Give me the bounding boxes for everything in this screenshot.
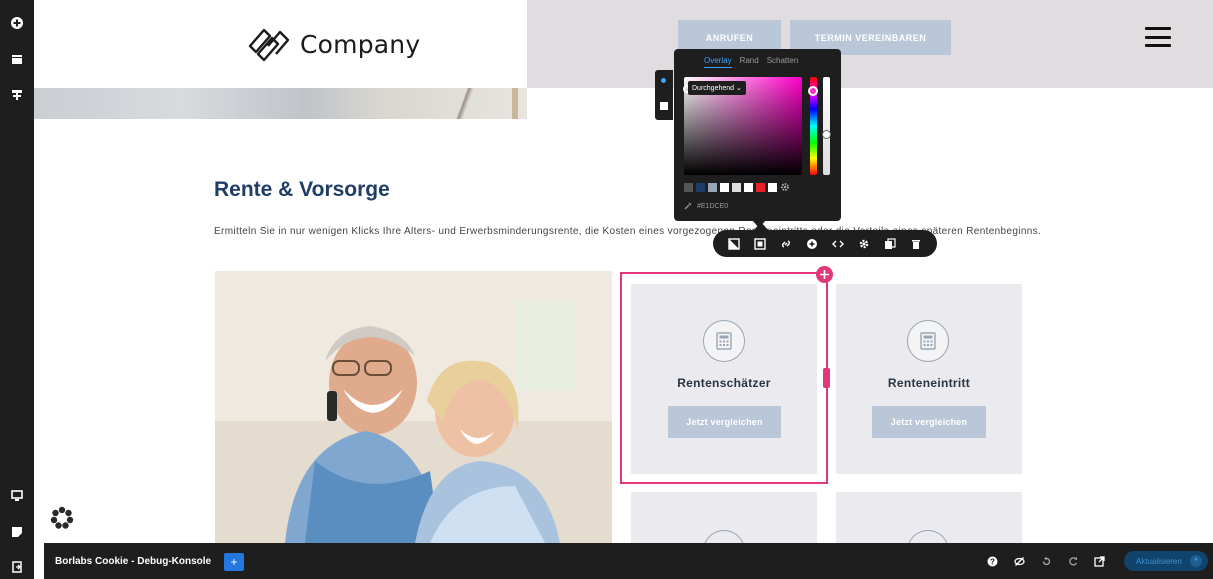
swatch[interactable] <box>768 182 777 192</box>
expand-console-button[interactable]: + <box>224 553 244 571</box>
card-lower-right[interactable] <box>836 492 1022 572</box>
card-lower-left[interactable] <box>631 492 817 572</box>
sections-icon[interactable] <box>8 86 26 104</box>
logo-text: Company <box>300 29 421 59</box>
card-renteneintritt[interactable]: Renteneintritt Jetzt vergleichen <box>836 284 1022 474</box>
debug-console-title: Borlabs Cookie - Debug-Konsole <box>55 556 212 567</box>
swatch[interactable] <box>708 182 717 192</box>
menu-hamburger-icon[interactable] <box>1145 27 1171 47</box>
tab-rand[interactable]: Rand <box>740 56 759 68</box>
eyedropper-icon[interactable] <box>684 202 692 210</box>
swatch-settings-gear-icon[interactable] <box>780 182 790 192</box>
fill-mode-select[interactable]: Durchgehend ⌄ <box>688 81 746 95</box>
hue-slider-handle[interactable] <box>808 86 818 96</box>
fill-mode-label: Durchgehend <box>692 84 735 92</box>
swatch[interactable] <box>756 182 765 192</box>
link-icon[interactable] <box>779 237 793 251</box>
image-mode-icon[interactable] <box>660 102 668 110</box>
compare-button[interactable]: Jetzt vergleichen <box>872 406 986 438</box>
selected-element-outline <box>620 272 828 484</box>
picker-tabs: Overlay Rand Schatten <box>704 56 798 68</box>
picker-pointer <box>752 220 766 228</box>
add-column-plus-icon[interactable] <box>816 266 833 283</box>
picker-side-tabs <box>655 70 673 120</box>
logo-mark-icon <box>248 28 290 62</box>
page-title: Rente & Vorsorge <box>214 178 390 201</box>
tab-overlay[interactable]: Overlay <box>704 56 732 68</box>
editor-sidebar <box>0 0 34 579</box>
reset-icon[interactable] <box>1040 555 1053 568</box>
cookie-debug-console: Borlabs Cookie - Debug-Konsole + ? Aktua… <box>44 543 1213 579</box>
style-box-icon[interactable] <box>753 237 767 251</box>
swatch[interactable] <box>696 182 705 192</box>
tab-schatten[interactable]: Schatten <box>767 56 799 68</box>
add-icon[interactable] <box>805 237 819 251</box>
chevron-down-icon: ⌄ <box>736 85 742 92</box>
update-button-label: Aktualisieren <box>1136 556 1182 566</box>
resize-handle[interactable] <box>823 368 830 388</box>
opacity-slider-handle[interactable] <box>822 130 831 139</box>
layers-icon[interactable] <box>8 50 26 68</box>
code-icon[interactable] <box>831 237 845 251</box>
hero-image-strip <box>34 88 527 119</box>
swatch[interactable] <box>744 182 753 192</box>
visibility-off-icon[interactable] <box>1013 555 1026 568</box>
hex-input[interactable]: #E1DCE0 <box>697 203 728 210</box>
hex-row: #E1DCE0 <box>684 202 728 210</box>
page: Company ANRUFEN TERMIN VEREINBAREN Rente… <box>0 0 1213 579</box>
desktop-preview-icon[interactable] <box>8 487 26 505</box>
company-logo[interactable]: Company <box>244 26 420 62</box>
update-button[interactable]: Aktualisieren ^ <box>1124 551 1208 571</box>
background-icon[interactable] <box>727 237 741 251</box>
exit-icon[interactable] <box>8 558 26 576</box>
color-picker-popover: Overlay Rand Schatten Durchgehend ⌄ #E1D… <box>674 49 841 221</box>
swatch[interactable] <box>720 182 729 192</box>
color-swatches <box>684 182 790 192</box>
reload-icon[interactable] <box>1067 555 1080 568</box>
help-icon[interactable]: ? <box>986 555 999 568</box>
color-mode-dot-icon[interactable] <box>661 78 666 83</box>
element-toolbar <box>713 230 937 257</box>
svg-text:?: ? <box>990 557 995 566</box>
open-external-icon[interactable] <box>1093 555 1106 568</box>
seniors-photo <box>215 271 612 543</box>
cookie-settings-icon[interactable] <box>47 503 77 533</box>
delete-trash-icon[interactable] <box>909 237 923 251</box>
duplicate-icon[interactable] <box>883 237 897 251</box>
add-element-icon[interactable] <box>8 14 26 32</box>
chevron-up-icon: ^ <box>1190 555 1202 567</box>
swatch[interactable] <box>684 182 693 192</box>
card-title: Renteneintritt <box>887 376 971 390</box>
swatch[interactable] <box>732 182 741 192</box>
save-page-icon[interactable] <box>8 523 26 541</box>
opacity-slider[interactable] <box>823 77 830 175</box>
calculator-icon <box>907 320 949 362</box>
settings-gear-icon[interactable] <box>857 237 871 251</box>
